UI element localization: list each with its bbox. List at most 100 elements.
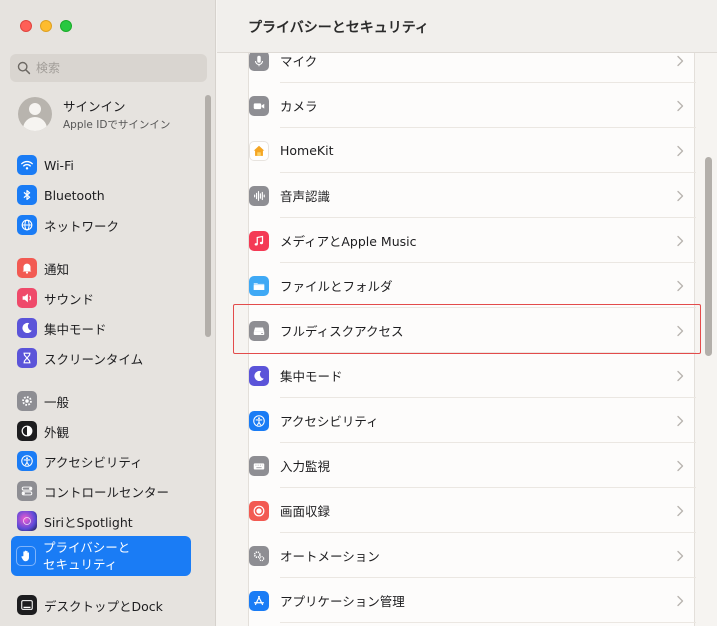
- account-name: サインイン: [63, 99, 126, 114]
- gear-icon: [17, 391, 37, 411]
- sidebar: サインイン Apple IDでサインイン Wi-Fi Bluetooth ネット…: [0, 0, 216, 626]
- list-item-label: カメラ: [280, 99, 318, 114]
- bluetooth-icon: [17, 185, 37, 205]
- globe-icon: [17, 215, 37, 235]
- camera-icon: [249, 95, 269, 116]
- search-input[interactable]: [36, 61, 196, 75]
- hand-icon: [16, 546, 36, 566]
- account-subtitle: Apple IDでサインイン: [63, 119, 171, 131]
- list-item-app-management[interactable]: アプリケーション管理: [249, 578, 696, 623]
- list-item-focus[interactable]: 集中モード: [249, 353, 696, 398]
- list-item-speech-recognition[interactable]: 音声認識: [249, 173, 696, 218]
- hourglass-icon: [17, 348, 37, 368]
- sidebar-item-label: スクリーンタイム: [44, 351, 144, 367]
- sidebar-item-accessibility[interactable]: アクセシビリティ: [12, 447, 191, 475]
- sidebar-item-label: 外観: [44, 424, 70, 440]
- list-item-label: 画面収録: [280, 504, 331, 519]
- list-item-full-disk-access[interactable]: フルディスクアクセス: [249, 308, 696, 353]
- list-item-automation[interactable]: オートメーション: [249, 533, 696, 578]
- sidebar-item-label: プライバシーと セキュリティ: [43, 540, 131, 572]
- list-item-label: マイク: [280, 54, 318, 69]
- chevron-right-icon: [677, 55, 684, 66]
- sidebar-item-label: 一般: [44, 394, 70, 410]
- list-item-homekit[interactable]: HomeKit: [249, 128, 696, 173]
- chevron-right-icon: [677, 145, 684, 156]
- appearance-icon: [17, 421, 37, 441]
- speaker-icon: [17, 288, 37, 308]
- keyboard-icon: [249, 455, 269, 476]
- chevron-right-icon: [677, 190, 684, 201]
- chevron-right-icon: [677, 100, 684, 111]
- avatar: [18, 97, 52, 131]
- chevron-right-icon: [677, 235, 684, 246]
- sidebar-item-privacy-security[interactable]: プライバシーと セキュリティ: [11, 536, 191, 576]
- list-item-label: アプリケーション管理: [280, 594, 405, 609]
- settings-window: サインイン Apple IDでサインイン Wi-Fi Bluetooth ネット…: [0, 0, 717, 626]
- chevron-right-icon: [677, 325, 684, 336]
- search-field[interactable]: [10, 54, 207, 82]
- list-item-label: フルディスクアクセス: [280, 324, 404, 339]
- list-item-label: ファイルとフォルダ: [280, 279, 393, 294]
- search-icon: [17, 61, 31, 75]
- titlebar: プライバシーとセキュリティ: [217, 0, 717, 53]
- minimize-button[interactable]: [40, 20, 52, 32]
- sidebar-item-label: アクセシビリティ: [44, 454, 143, 470]
- list-item-screen-recording[interactable]: 画面収録: [249, 488, 696, 533]
- sidebar-item-desktop-dock[interactable]: デスクトップとDock: [12, 591, 191, 619]
- accessibility-icon: [249, 410, 269, 431]
- list-item-label: オートメーション: [280, 549, 380, 564]
- sidebar-item-bluetooth[interactable]: Bluetooth: [12, 181, 191, 209]
- account-signin[interactable]: サインイン Apple IDでサインイン: [18, 96, 170, 132]
- siri-icon: [17, 511, 37, 531]
- sidebar-item-label: コントロールセンター: [44, 484, 170, 500]
- list-item-label: メディアとApple Music: [280, 234, 417, 249]
- sidebar-item-label: ネットワーク: [44, 218, 120, 234]
- record-icon: [249, 500, 269, 521]
- sidebar-item-label: 集中モード: [44, 321, 107, 337]
- zoom-button[interactable]: [60, 20, 72, 32]
- list-item-label: 集中モード: [280, 369, 343, 384]
- home-icon: [249, 140, 269, 161]
- sidebar-item-siri-spotlight[interactable]: SiriとSpotlight: [12, 507, 191, 535]
- main-scrollbar[interactable]: [705, 157, 712, 356]
- appstore-icon: [249, 590, 269, 611]
- sidebar-item-general[interactable]: 一般: [12, 387, 191, 415]
- waveform-icon: [249, 185, 269, 206]
- list-item-label: アクセシビリティ: [280, 414, 379, 429]
- sidebar-item-label: SiriとSpotlight: [44, 514, 133, 530]
- wifi-icon: [17, 155, 37, 175]
- sidebar-item-label: 通知: [44, 261, 70, 277]
- sidebar-item-label: サウンド: [44, 291, 95, 307]
- chevron-right-icon: [677, 280, 684, 291]
- list-item-label: 音声認識: [280, 189, 331, 204]
- sidebar-scrollbar[interactable]: [205, 95, 211, 337]
- sidebar-item-sound[interactable]: サウンド: [12, 284, 191, 312]
- list-item-accessibility[interactable]: アクセシビリティ: [249, 398, 696, 443]
- chevron-right-icon: [677, 550, 684, 561]
- sidebar-item-network[interactable]: ネットワーク: [12, 211, 191, 239]
- list-item-files-folders[interactable]: ファイルとフォルダ: [249, 263, 696, 308]
- list-item-media-apple-music[interactable]: メディアとApple Music: [249, 218, 696, 263]
- moon-icon: [249, 365, 269, 386]
- list-item-camera[interactable]: カメラ: [249, 83, 696, 128]
- sidebar-item-screen-time[interactable]: スクリーンタイム: [12, 344, 191, 372]
- sidebar-item-label: Wi-Fi: [44, 157, 74, 173]
- chevron-right-icon: [677, 505, 684, 516]
- sidebar-item-focus[interactable]: 集中モード: [12, 314, 191, 342]
- chevron-right-icon: [677, 370, 684, 381]
- close-button[interactable]: [20, 20, 32, 32]
- sidebar-item-notifications[interactable]: 通知: [12, 254, 191, 282]
- gears-icon: [249, 545, 269, 566]
- music-icon: [249, 230, 269, 251]
- sidebar-item-label: Bluetooth: [44, 187, 105, 203]
- list-item-label: 入力監視: [280, 459, 331, 474]
- list-item-input-monitoring[interactable]: 入力監視: [249, 443, 696, 488]
- sidebar-item-control-center[interactable]: コントロールセンター: [12, 477, 191, 505]
- sidebar-item-appearance[interactable]: 外観: [12, 417, 191, 445]
- moon-icon: [17, 318, 37, 338]
- folder-icon: [249, 275, 269, 296]
- main-pane: マイク カメラ HomeKit 音声認識 メディアとApple Music ファ…: [217, 0, 717, 626]
- list-item-label: HomeKit: [280, 143, 334, 158]
- privacy-list: マイク カメラ HomeKit 音声認識 メディアとApple Music ファ…: [248, 40, 696, 626]
- sidebar-item-wifi[interactable]: Wi-Fi: [12, 151, 191, 179]
